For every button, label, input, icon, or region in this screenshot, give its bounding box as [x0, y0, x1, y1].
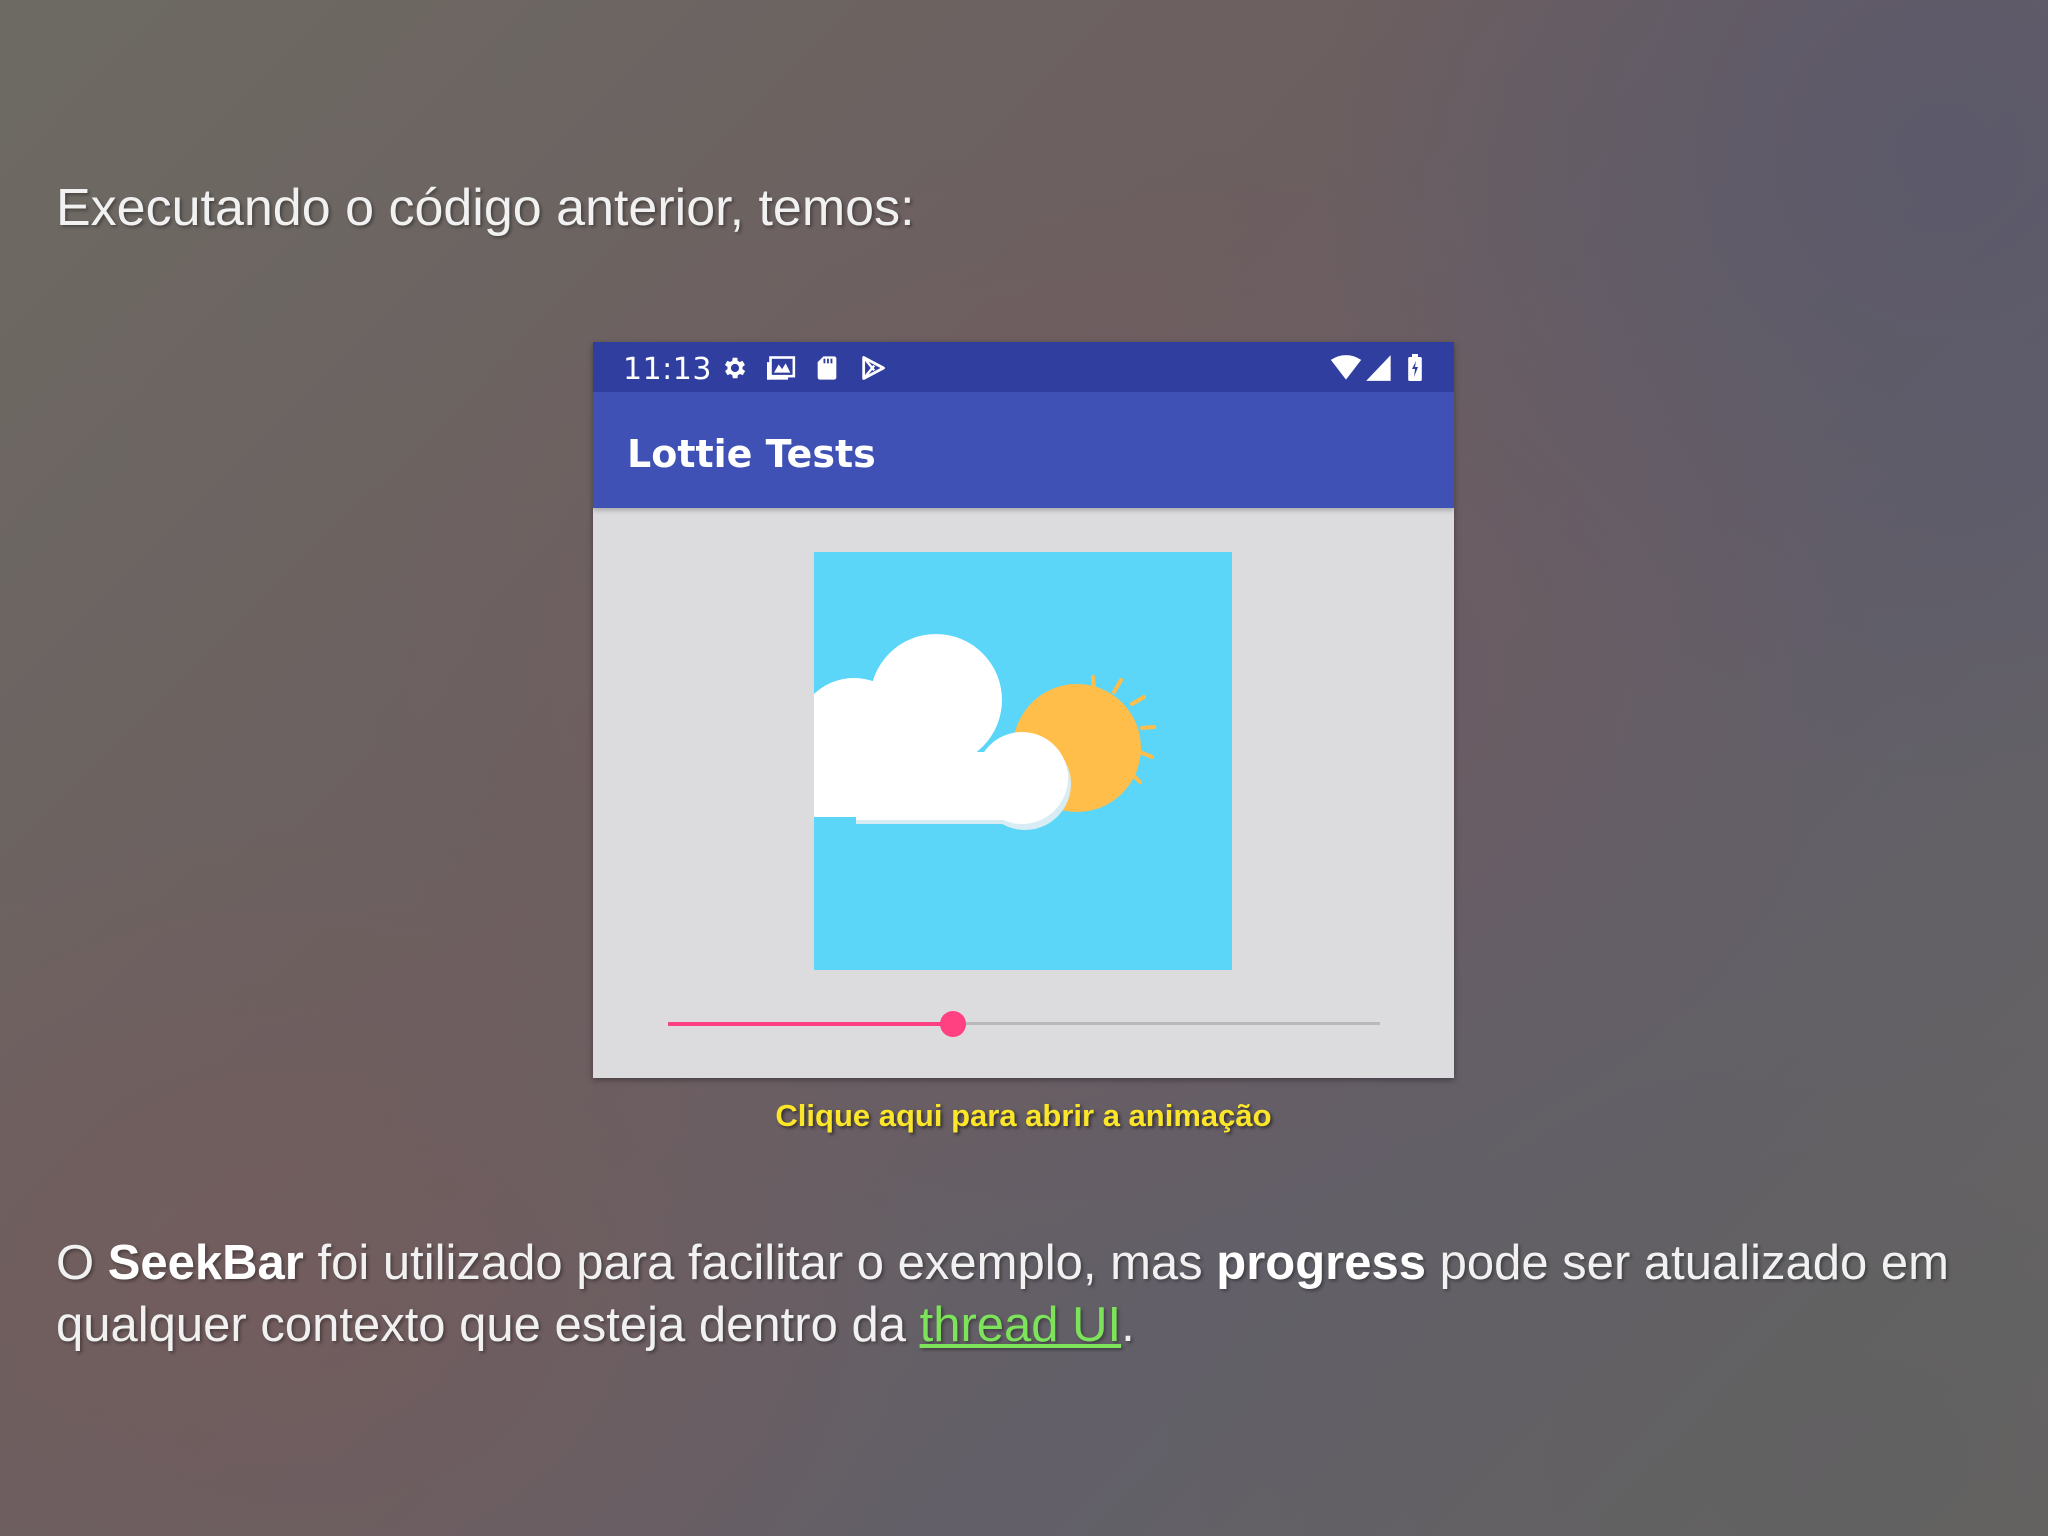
battery-charging-icon [1408, 354, 1422, 381]
gallery-icon [767, 356, 796, 380]
seekbar[interactable] [668, 1008, 1380, 1040]
body-text-part: . [1121, 1298, 1135, 1352]
body-text-part: O [56, 1236, 108, 1290]
play-store-icon [862, 356, 885, 380]
settings-icon [724, 357, 746, 379]
seekbar-thumb[interactable] [940, 1011, 966, 1037]
sd-card-icon [817, 356, 837, 380]
body-text-part: foi utilizado para facilitar o exemplo, … [303, 1236, 1217, 1290]
wifi-icon [1330, 355, 1362, 380]
seekbar-progress [668, 1022, 953, 1026]
app-bar: Lottie Tests [593, 392, 1454, 508]
phone-screenshot: 11:13 Lottie Tests [593, 342, 1454, 1078]
slide-body-text: O SeekBar foi utilizado para facilitar o… [56, 1232, 2006, 1356]
weather-animation [814, 634, 1156, 830]
status-time: 11:13 [623, 352, 712, 387]
signal-icon [1366, 355, 1391, 381]
slide-heading: Executando o código anterior, temos: [56, 179, 915, 237]
thread-ui-link[interactable]: thread UI [920, 1298, 1122, 1352]
progress-term: progress [1216, 1236, 1426, 1290]
app-title: Lottie Tests [627, 432, 876, 476]
seekbar-term: SeekBar [107, 1236, 304, 1290]
lottie-animation-view [814, 552, 1232, 970]
open-animation-link[interactable]: Clique aqui para abrir a animação [593, 1098, 1454, 1134]
status-bar: 11:13 [593, 342, 1454, 392]
